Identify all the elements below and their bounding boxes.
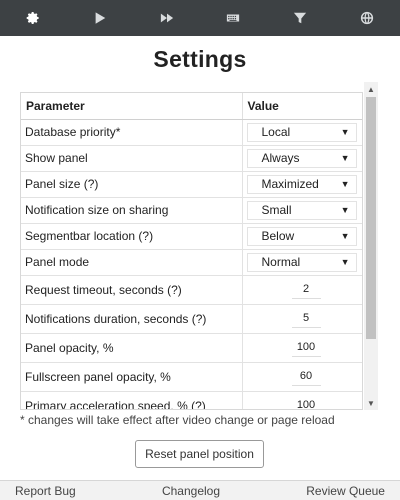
- table-row: Show panel Always ▼: [21, 145, 362, 172]
- table-row: Panel mode Normal ▼: [21, 249, 362, 276]
- page-title: Settings: [153, 46, 247, 72]
- setting-label: Segmentbar location (?): [21, 223, 243, 250]
- dropdown-arrow-icon: ▼: [340, 179, 350, 189]
- table-row: Segmentbar location (?) Below ▼: [21, 223, 362, 250]
- report-bug-link[interactable]: Report Bug: [15, 484, 76, 498]
- dropdown-arrow-icon: ▼: [340, 127, 350, 137]
- review-queue-link[interactable]: Review Queue: [306, 484, 385, 498]
- table-row: Database priority* Local ▼: [21, 119, 362, 146]
- keyboard-icon: [227, 14, 240, 22]
- fast-forward-icon: [160, 13, 173, 23]
- reload-note: * changes will take effect after video c…: [20, 413, 335, 427]
- filter-icon: [293, 12, 307, 24]
- panel-size-select[interactable]: Maximized ▼: [246, 174, 357, 194]
- select-value: Maximized: [261, 177, 319, 191]
- setting-label: Notification size on sharing: [21, 197, 243, 224]
- select-value: Always: [261, 151, 300, 165]
- play-icon: [95, 12, 106, 24]
- setting-label: Database priority*: [21, 119, 243, 146]
- scroll-up-arrow-icon[interactable]: ▲: [364, 82, 378, 96]
- table-row: Notifications duration, seconds (?) 5: [21, 304, 362, 334]
- reset-panel-position-button[interactable]: Reset panel position: [135, 440, 264, 468]
- select-value: Normal: [261, 255, 301, 269]
- tab-skip[interactable]: [133, 0, 200, 36]
- select-value: Local: [261, 125, 291, 139]
- tab-language[interactable]: [333, 0, 400, 36]
- tab-player[interactable]: [67, 0, 134, 36]
- select-value: Below: [261, 229, 295, 243]
- setting-label: Panel size (?): [21, 171, 243, 198]
- globe-icon: [360, 11, 373, 25]
- tab-settings[interactable]: [0, 0, 67, 36]
- acceleration-speed-input[interactable]: 100: [292, 397, 321, 410]
- tab-hotkeys[interactable]: [200, 0, 267, 36]
- setting-label: Notifications duration, seconds (?): [21, 304, 243, 334]
- database-priority-select[interactable]: Local ▼: [246, 122, 357, 142]
- setting-label: Fullscreen panel opacity, %: [21, 362, 243, 392]
- fullscreen-opacity-input[interactable]: 60: [291, 368, 321, 386]
- setting-label: Show panel: [21, 145, 243, 172]
- settings-table-container[interactable]: Parameter Value Database priority* Local…: [20, 92, 363, 410]
- table-header-row: Parameter Value: [21, 93, 362, 120]
- vertical-scrollbar[interactable]: ▲ ▼: [364, 82, 378, 410]
- table-row: Primary acceleration speed, % (?) 100: [21, 391, 362, 410]
- setting-label: Primary acceleration speed, % (?): [21, 391, 243, 409]
- dropdown-arrow-icon: ▼: [340, 153, 350, 163]
- column-header-parameter: Parameter: [21, 93, 243, 120]
- setting-label: Request timeout, seconds (?): [21, 275, 243, 305]
- panel-opacity-input[interactable]: 100: [291, 339, 321, 357]
- table-row: Panel opacity, % 100: [21, 333, 362, 363]
- setting-label: Panel mode: [21, 249, 243, 276]
- dropdown-arrow-icon: ▼: [340, 205, 350, 215]
- changelog-link[interactable]: Changelog: [162, 484, 220, 498]
- panel-mode-select[interactable]: Normal ▼: [246, 252, 357, 272]
- show-panel-select[interactable]: Always ▼: [246, 148, 357, 168]
- table-row: Notification size on sharing Small ▼: [21, 197, 362, 224]
- settings-table: Parameter Value Database priority* Local…: [21, 93, 362, 410]
- request-timeout-input[interactable]: 2: [291, 281, 321, 299]
- table-row: Request timeout, seconds (?) 2: [21, 275, 362, 305]
- top-toolbar: [0, 0, 400, 36]
- footer: Report Bug Changelog Review Queue: [0, 480, 400, 500]
- gear-icon: [27, 12, 39, 24]
- scrollbar-thumb[interactable]: [366, 97, 376, 339]
- setting-label: Panel opacity, %: [21, 333, 243, 363]
- table-row: Fullscreen panel opacity, % 60: [21, 362, 362, 392]
- table-row: Panel size (?) Maximized ▼: [21, 171, 362, 198]
- tab-filter[interactable]: [267, 0, 334, 36]
- notifications-duration-input[interactable]: 5: [291, 310, 321, 328]
- segmentbar-location-select[interactable]: Below ▼: [246, 226, 357, 246]
- select-value: Small: [261, 203, 292, 217]
- column-header-value: Value: [242, 93, 362, 120]
- dropdown-arrow-icon: ▼: [340, 231, 350, 241]
- scroll-down-arrow-icon[interactable]: ▼: [364, 396, 378, 410]
- notification-size-select[interactable]: Small ▼: [246, 200, 357, 220]
- dropdown-arrow-icon: ▼: [340, 257, 350, 267]
